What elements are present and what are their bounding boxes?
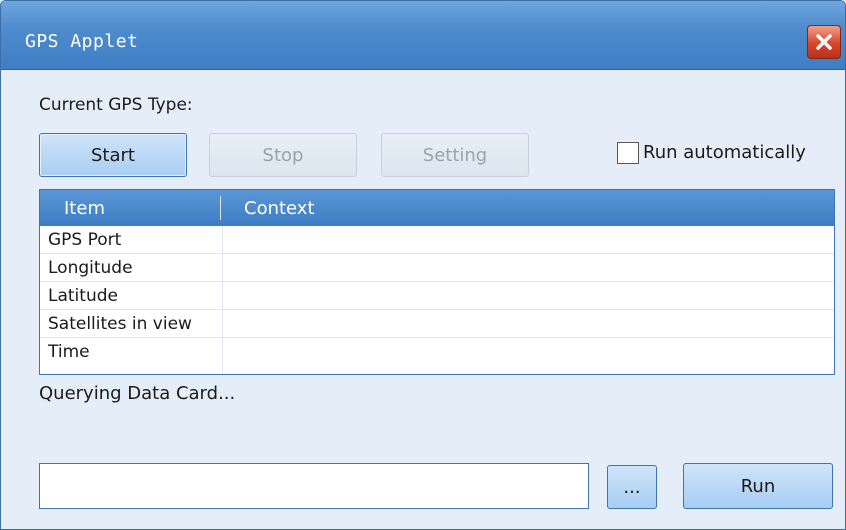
column-header-context[interactable]: Context bbox=[244, 198, 315, 219]
column-divider[interactable] bbox=[220, 196, 221, 220]
row-item: Latitude bbox=[48, 286, 118, 306]
gps-applet-window: GPS Applet Current GPS Type: Start Stop … bbox=[0, 0, 846, 530]
stop-button[interactable]: Stop bbox=[209, 133, 357, 177]
close-button[interactable] bbox=[807, 25, 841, 59]
browse-button[interactable]: ... bbox=[607, 465, 657, 509]
current-gps-type-label: Current GPS Type: bbox=[39, 95, 193, 115]
start-button[interactable]: Start bbox=[39, 133, 187, 177]
table-row[interactable]: Time bbox=[40, 338, 834, 366]
run-automatically-checkbox[interactable] bbox=[617, 142, 639, 164]
close-icon bbox=[816, 34, 832, 50]
setting-button[interactable]: Setting bbox=[381, 133, 529, 177]
row-item: Longitude bbox=[48, 258, 133, 278]
run-button[interactable]: Run bbox=[683, 463, 833, 509]
table-row[interactable]: Latitude bbox=[40, 282, 834, 310]
row-item: Time bbox=[48, 342, 90, 362]
row-item: Satellites in view bbox=[48, 314, 192, 334]
table-header: Item Context bbox=[40, 190, 834, 226]
row-item: GPS Port bbox=[48, 230, 122, 250]
run-automatically-label[interactable]: Run automatically bbox=[643, 142, 806, 163]
table-row[interactable]: Longitude bbox=[40, 254, 834, 282]
status-text: Querying Data Card... bbox=[39, 383, 236, 404]
window-title: GPS Applet bbox=[25, 31, 139, 52]
table-row[interactable]: Satellites in view bbox=[40, 310, 834, 338]
gps-info-table: Item Context GPS Port Longitude Latitude… bbox=[39, 189, 835, 375]
table-row[interactable]: GPS Port bbox=[40, 226, 834, 254]
title-bar[interactable]: GPS Applet bbox=[1, 1, 845, 70]
command-path-input[interactable] bbox=[39, 463, 589, 509]
column-header-item[interactable]: Item bbox=[64, 198, 105, 219]
